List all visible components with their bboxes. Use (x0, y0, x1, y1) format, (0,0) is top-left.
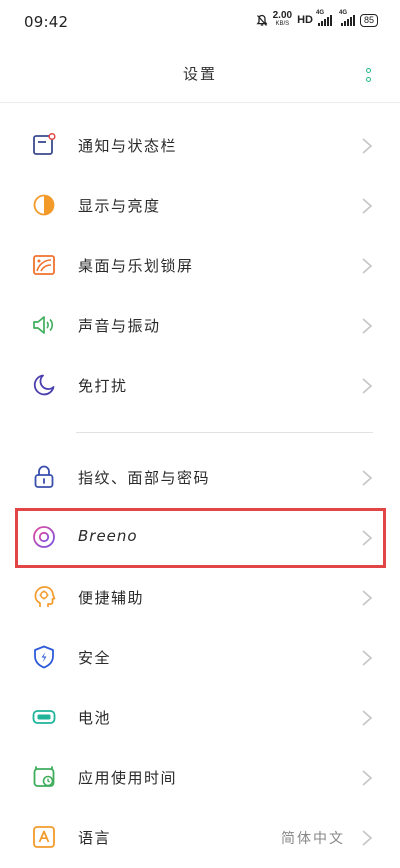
lock-icon (34, 465, 54, 488)
page-title: 设置 (182, 65, 217, 83)
chevron-right-icon (362, 650, 373, 666)
settings-item-battery[interactable]: 电池 (0, 688, 400, 748)
hd-badge: HD (297, 14, 313, 26)
net-speed-unit: KB/S (275, 21, 290, 27)
brightness-icon (33, 194, 55, 216)
settings-item-label: 安全 (78, 649, 112, 667)
more-options-icon[interactable] (363, 66, 375, 86)
chevron-right-icon (362, 318, 373, 334)
battery-icon (32, 710, 56, 724)
sim2-net-label: 4G (338, 10, 347, 16)
settings-item-display[interactable]: 显示与亮度 (0, 176, 400, 236)
chevron-right-icon (362, 830, 373, 846)
settings-item-label: 桌面与乐划锁屏 (78, 257, 194, 275)
settings-item-label: 应用使用时间 (78, 769, 178, 787)
settings-item-security[interactable]: 安全 (0, 628, 400, 688)
settings-item-wallpaper[interactable]: 桌面与乐划锁屏 (0, 236, 400, 296)
highlight-box (15, 508, 386, 568)
chevron-right-icon (362, 258, 373, 274)
page-header: 设置 (0, 46, 400, 103)
settings-item-label: 通知与状态栏 (78, 137, 178, 155)
settings-item-sound[interactable]: 声音与振动 (0, 296, 400, 356)
status-icons: 2.00 KB/S HD 4G 4G 85 (256, 10, 378, 28)
chevron-right-icon (362, 138, 373, 154)
signal-1-icon: 4G (316, 10, 332, 26)
app-time-icon (33, 766, 55, 787)
notification-icon (33, 132, 56, 155)
wallpaper-icon (33, 255, 55, 275)
chevron-right-icon (362, 590, 373, 606)
chevron-right-icon (362, 378, 373, 394)
mute-bell-icon (256, 14, 268, 26)
language-icon (33, 826, 55, 848)
settings-item-label: 语言 (78, 829, 112, 847)
speaker-icon (33, 316, 54, 334)
settings-item-label: 声音与振动 (78, 317, 161, 335)
assist-head-icon (34, 586, 56, 607)
battery-indicator: 85 (359, 13, 378, 27)
moon-icon (33, 374, 55, 396)
sim1-net-label: 4G (315, 10, 324, 16)
chevron-right-icon (362, 770, 373, 786)
shield-icon (34, 645, 54, 669)
settings-item-label: 电池 (78, 709, 112, 727)
settings-item-label: 显示与亮度 (78, 197, 161, 215)
chevron-right-icon (362, 198, 373, 214)
language-value: 简体中文 (281, 831, 345, 847)
settings-item-label: 便捷辅助 (78, 589, 145, 607)
status-time: 09:42 (24, 13, 69, 31)
settings-item-label: 指纹、面部与密码 (78, 469, 211, 487)
settings-item-do-not-disturb[interactable]: 免打扰 (0, 356, 400, 416)
settings-item-convenience[interactable]: 便捷辅助 (0, 568, 400, 628)
chevron-right-icon (362, 710, 373, 726)
chevron-right-icon (362, 470, 373, 486)
net-speed-value: 2.00 (272, 10, 293, 21)
settings-item-language[interactable]: 语言 简体中文 (0, 808, 400, 868)
settings-item-app-usage-time[interactable]: 应用使用时间 (0, 748, 400, 808)
net-speed: 2.00 KB/S (272, 10, 293, 28)
status-bar: 09:42 2.00 KB/S HD 4G 4G 85 (0, 0, 400, 46)
settings-item-label: 免打扰 (78, 377, 128, 395)
settings-item-notifications[interactable]: 通知与状态栏 (0, 116, 400, 176)
settings-item-fingerprint-face-password[interactable]: 指纹、面部与密码 (0, 448, 400, 508)
signal-2-icon: 4G (339, 10, 355, 26)
section-divider (76, 432, 373, 433)
